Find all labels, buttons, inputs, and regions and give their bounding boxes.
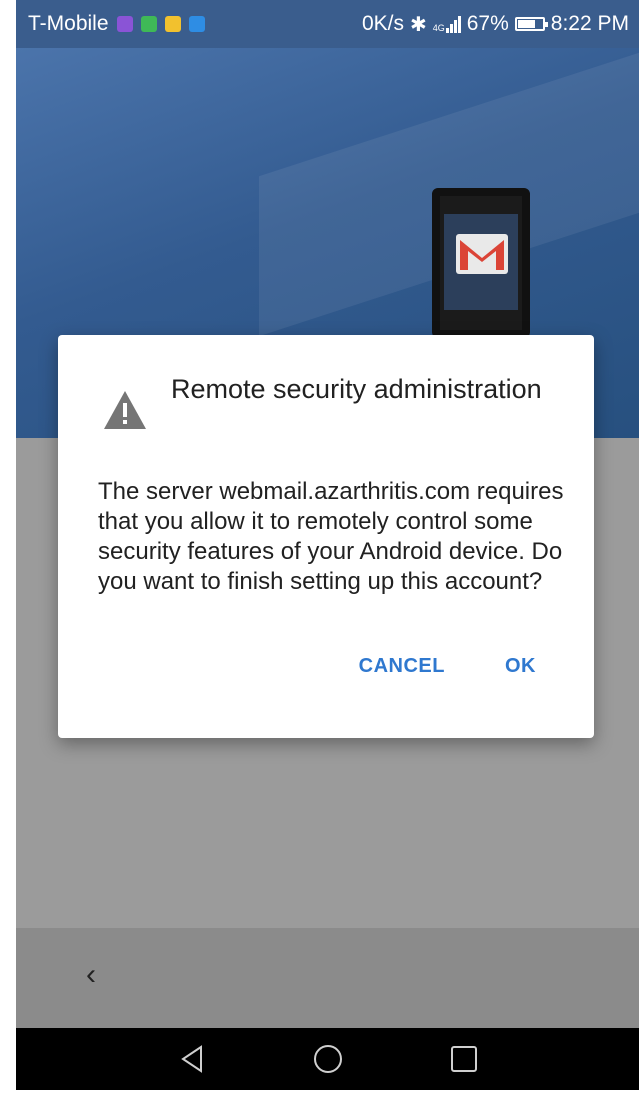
- notification-icon-1: [116, 16, 133, 32]
- ok-button[interactable]: OK: [505, 655, 536, 678]
- carrier-label: T-Mobile: [28, 12, 109, 35]
- battery-percent: 67%: [466, 12, 509, 35]
- net-speed: 0K/s: [361, 12, 404, 35]
- system-nav-bar: [16, 1028, 639, 1090]
- network-type-badge: 4G: [432, 23, 445, 33]
- phone-illustration-screen: [444, 214, 518, 310]
- warning-icon: [104, 391, 146, 429]
- bluetooth-icon: ✱: [409, 13, 427, 36]
- status-left: T-Mobile: [28, 12, 205, 36]
- gmail-icon: [456, 234, 508, 274]
- cancel-button[interactable]: CANCEL: [359, 655, 445, 678]
- dialog-actions: CANCEL OK: [359, 655, 536, 678]
- battery-icon: [514, 17, 548, 31]
- notification-icon-3: [164, 16, 181, 32]
- signal-icon: 4G: [433, 15, 461, 33]
- notification-icon-4: [188, 16, 205, 32]
- status-right: 0K/s ✱ 4G 67% 8:22 PM: [362, 12, 629, 37]
- notification-icon-2: [140, 16, 157, 32]
- recents-square-icon[interactable]: [446, 1041, 482, 1077]
- security-admin-dialog: Remote security administration The serve…: [58, 335, 594, 738]
- home-circle-icon[interactable]: [310, 1041, 346, 1077]
- gmail-phone-illustration: [432, 188, 530, 338]
- app-back-button[interactable]: ‹: [86, 958, 96, 992]
- dialog-title: Remote security administration: [171, 374, 542, 404]
- status-bar: T-Mobile 0K/s ✱ 4G 67% 8:22 PM: [16, 0, 639, 48]
- dialog-message: The server webmail.azarthritis.com requi…: [98, 478, 564, 595]
- clock: 8:22 PM: [550, 12, 629, 35]
- app-footer-bar: ‹: [16, 928, 639, 1028]
- back-triangle-icon[interactable]: [174, 1041, 210, 1077]
